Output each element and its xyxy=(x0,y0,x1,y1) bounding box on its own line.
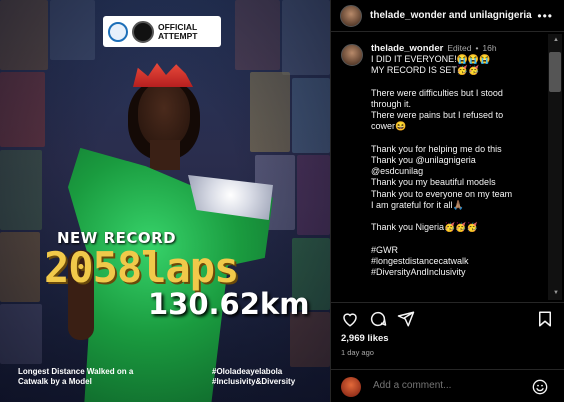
send-icon[interactable] xyxy=(397,310,415,328)
caption-line xyxy=(371,233,512,244)
model-neck xyxy=(150,140,180,170)
record-title: Longest Distance Walked on a Catwalk by … xyxy=(18,367,134,386)
meta-separator: • xyxy=(475,43,479,53)
caption-line: Thank you Nigeria🥳🥳🥳 xyxy=(371,222,478,233)
hashtag-link[interactable]: #GWR xyxy=(371,245,512,256)
scrollbar-thumb[interactable] xyxy=(549,52,561,92)
caption-body: thelade_wonder Edited • 16h I DID IT EVE… xyxy=(371,43,512,278)
likes-count[interactable]: 2,969 likes xyxy=(341,333,389,344)
caption-header: thelade_wonder Edited • 16h xyxy=(371,43,512,54)
official-attempt-badge: OFFICIAL ATTEMPT xyxy=(103,16,221,47)
caption-line: MY RECORD IS SET🥳🥳 xyxy=(371,65,480,76)
caption-line: I DID IT EVERYONE!😭😭😭 xyxy=(371,54,491,65)
bookmark-icon[interactable] xyxy=(536,310,554,328)
laps-count: 2058laps xyxy=(44,243,239,292)
post-details-panel: thelade_wonder and unilagnigeria ••• the… xyxy=(330,0,564,402)
university-logo-icon xyxy=(108,21,128,42)
caption-line: Thank you my beautiful models xyxy=(371,177,496,188)
hashtag-link[interactable]: #longestdistancecatwalk xyxy=(371,256,512,267)
caption-username[interactable]: thelade_wonder xyxy=(371,43,443,54)
model-face xyxy=(138,82,190,148)
caption-comment: thelade_wonder Edited • 16h I DID IT EVE… xyxy=(341,43,551,278)
caption-line: There were difficulties but I stood xyxy=(371,87,503,98)
caption-age: 16h xyxy=(482,43,497,53)
caption-line xyxy=(371,133,512,144)
caption-line: There were pains but I refused to xyxy=(371,110,504,121)
distance-value: 130.62km xyxy=(148,287,310,321)
caption-line: Thank you to everyone on my team xyxy=(371,188,513,199)
scroll-up-arrow-icon[interactable]: ▲ xyxy=(553,37,559,43)
comment-icon[interactable] xyxy=(369,310,387,328)
caption-line: cower😆 xyxy=(371,121,407,132)
caption-avatar[interactable] xyxy=(341,44,363,66)
caption-line: I am grateful for it all🙏🏽 xyxy=(371,199,464,210)
smiley-icon[interactable] xyxy=(532,379,548,395)
scroll-down-arrow-icon[interactable]: ▼ xyxy=(553,290,559,296)
hashtag-link[interactable]: #DiversityAndInclusivity xyxy=(371,267,512,278)
caption-line xyxy=(371,211,512,222)
action-bar xyxy=(331,302,564,332)
viewer-avatar xyxy=(341,377,361,397)
post-authors[interactable]: thelade_wonder and unilagnigeria xyxy=(370,10,532,21)
comment-input[interactable] xyxy=(373,380,523,391)
official-attempt-text: OFFICIAL ATTEMPT xyxy=(158,21,198,41)
heart-icon[interactable] xyxy=(341,310,359,328)
author-avatar[interactable] xyxy=(340,4,362,27)
caption-line xyxy=(371,77,512,88)
more-horizontal-icon[interactable]: ••• xyxy=(537,9,553,23)
hashtags-overlay: #Ololadeayelabola #Inclusivity&Diversity xyxy=(212,367,296,386)
caption-line[interactable]: Thank you @unilagnigeria xyxy=(371,155,512,166)
guinness-logo-icon xyxy=(132,20,154,43)
add-comment-bar xyxy=(331,369,564,402)
caption-scroll-area[interactable]: thelade_wonder Edited • 16h I DID IT EVE… xyxy=(331,33,551,300)
post-header: thelade_wonder and unilagnigeria ••• xyxy=(331,0,564,32)
post-image[interactable]: OFFICIAL ATTEMPT NEW RECORD 2058laps 130… xyxy=(0,0,330,402)
edited-label: Edited xyxy=(447,43,472,53)
post-timestamp[interactable]: 1 day ago xyxy=(341,348,374,357)
caption-line: Thank you for helping me do this xyxy=(371,143,502,154)
caption-line[interactable]: @esdcunilag xyxy=(371,166,512,177)
caption-line: through it. xyxy=(371,99,412,109)
